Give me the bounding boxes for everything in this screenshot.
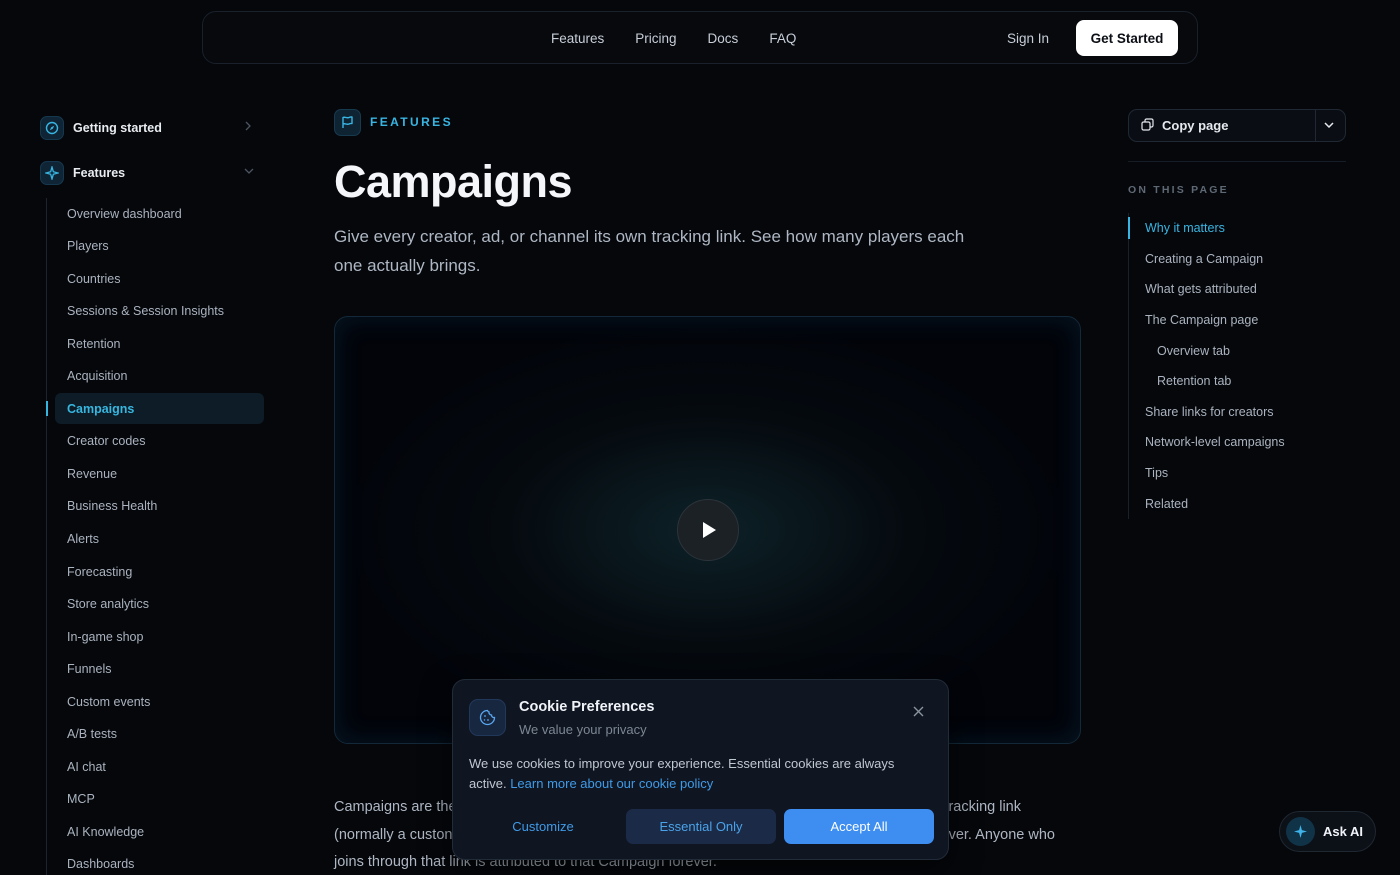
divider bbox=[1128, 161, 1346, 162]
get-started-button[interactable]: Get Started bbox=[1076, 20, 1178, 56]
sidebar-item-ab-tests[interactable]: A/B tests bbox=[47, 719, 264, 750]
sidebar-item-overview-dashboard[interactable]: Overview dashboard bbox=[47, 198, 264, 229]
sidebar-item-dashboards[interactable]: Dashboards bbox=[47, 849, 264, 875]
toc-item-retention-tab[interactable]: Retention tab bbox=[1129, 366, 1346, 397]
toc-heading: ON THIS PAGE bbox=[1128, 184, 1229, 196]
sidebar-section-label: Features bbox=[73, 166, 126, 180]
play-icon[interactable] bbox=[677, 499, 739, 561]
nav-link-faq[interactable]: FAQ bbox=[769, 31, 796, 46]
sidebar-item-mcp[interactable]: MCP bbox=[47, 784, 264, 815]
accept-all-button[interactable]: Accept All bbox=[784, 809, 934, 844]
toc-item-related[interactable]: Related bbox=[1129, 488, 1346, 519]
toc-item-why-it-matters[interactable]: Why it matters bbox=[1128, 213, 1346, 244]
sidebar-item-sessions[interactable]: Sessions & Session Insights bbox=[47, 296, 264, 327]
nav-link-features[interactable]: Features bbox=[551, 31, 604, 46]
cookie-icon bbox=[469, 699, 506, 736]
nav-links: Features Pricing Docs FAQ bbox=[551, 12, 796, 65]
sidebar-features-list: Overview dashboard Players Countries Ses… bbox=[46, 198, 264, 875]
sidebar-item-countries[interactable]: Countries bbox=[47, 263, 264, 294]
toc-item-campaign-page[interactable]: The Campaign page bbox=[1129, 305, 1346, 336]
sidebar-item-business-health[interactable]: Business Health bbox=[47, 491, 264, 522]
sidebar-item-ai-chat[interactable]: AI chat bbox=[47, 751, 264, 782]
nav-link-pricing[interactable]: Pricing bbox=[635, 31, 676, 46]
compass-icon bbox=[40, 116, 64, 140]
toc-item-tips[interactable]: Tips bbox=[1129, 458, 1346, 489]
toc-item-network-level[interactable]: Network-level campaigns bbox=[1129, 427, 1346, 458]
close-icon[interactable] bbox=[909, 702, 927, 720]
docs-sidebar: Getting started Features Overview dashbo… bbox=[40, 110, 270, 875]
sidebar-section-features[interactable]: Features bbox=[40, 155, 270, 191]
sidebar-item-retention[interactable]: Retention bbox=[47, 328, 264, 359]
cookie-title: Cookie Preferences bbox=[519, 699, 655, 715]
toc-item-creating-a-campaign[interactable]: Creating a Campaign bbox=[1129, 244, 1346, 275]
sidebar-item-forecasting[interactable]: Forecasting bbox=[47, 556, 264, 587]
sparkle-icon bbox=[1286, 817, 1315, 846]
main-content: FEATURES Campaigns Give every creator, a… bbox=[334, 108, 1082, 870]
section-eyebrow: FEATURES bbox=[334, 108, 1082, 136]
sidebar-item-custom-events[interactable]: Custom events bbox=[47, 686, 264, 717]
toc-item-share-links[interactable]: Share links for creators bbox=[1129, 397, 1346, 428]
page-subtitle: Give every creator, ad, or channel its o… bbox=[334, 227, 965, 275]
chevron-down-icon[interactable] bbox=[1322, 117, 1336, 138]
ask-ai-button[interactable]: Ask AI bbox=[1279, 811, 1376, 852]
sidebar-item-ai-knowledge[interactable]: AI Knowledge bbox=[47, 816, 264, 847]
nav-link-docs[interactable]: Docs bbox=[708, 31, 739, 46]
cookie-dialog: Cookie Preferences We value your privacy… bbox=[452, 679, 949, 860]
sidebar-item-campaigns[interactable]: Campaigns bbox=[46, 393, 264, 425]
cookie-subtitle: We value your privacy bbox=[519, 722, 647, 737]
button-divider bbox=[1315, 110, 1316, 141]
essential-only-button[interactable]: Essential Only bbox=[626, 809, 776, 844]
flag-icon bbox=[334, 108, 361, 136]
ask-ai-label: Ask AI bbox=[1323, 824, 1363, 839]
sidebar-item-creator-codes[interactable]: Creator codes bbox=[47, 426, 264, 457]
top-nav: Features Pricing Docs FAQ Sign In Get St… bbox=[202, 11, 1198, 64]
sidebar-item-revenue[interactable]: Revenue bbox=[47, 458, 264, 489]
sidebar-item-funnels[interactable]: Funnels bbox=[47, 654, 264, 685]
chevron-right-icon bbox=[244, 121, 252, 134]
copy-page-button[interactable]: Copy page bbox=[1128, 109, 1346, 142]
body-text-fragment: Campaigns are the bbox=[334, 799, 457, 815]
copy-page-label: Copy page bbox=[1162, 118, 1229, 133]
sidebar-item-players[interactable]: Players bbox=[47, 231, 264, 262]
sidebar-item-alerts[interactable]: Alerts bbox=[47, 523, 264, 554]
sidebar-item-store-analytics[interactable]: Store analytics bbox=[47, 589, 264, 620]
copy-icon bbox=[1141, 117, 1154, 134]
toc-item-overview-tab[interactable]: Overview tab bbox=[1129, 335, 1346, 366]
sign-in-link[interactable]: Sign In bbox=[1007, 31, 1049, 46]
table-of-contents: Why it matters Creating a Campaign What … bbox=[1128, 213, 1346, 519]
customize-button[interactable]: Customize bbox=[469, 809, 617, 844]
toc-item-what-gets-attributed[interactable]: What gets attributed bbox=[1129, 274, 1346, 305]
sidebar-item-acquisition[interactable]: Acquisition bbox=[47, 361, 264, 392]
sidebar-section-getting-started[interactable]: Getting started bbox=[40, 110, 270, 146]
body-text-fragment: (normally a custon bbox=[334, 826, 453, 843]
eyebrow-label: FEATURES bbox=[370, 115, 453, 129]
sparkle-icon bbox=[40, 161, 64, 185]
chevron-down-icon bbox=[244, 166, 254, 178]
page-title: Campaigns bbox=[334, 156, 573, 207]
body-text-fragment: ver. Anyone who bbox=[948, 826, 1055, 843]
copy-page-action[interactable]: Copy page bbox=[1141, 110, 1228, 141]
cookie-message: We use cookies to improve your experienc… bbox=[469, 754, 929, 794]
cookie-policy-link[interactable]: Learn more about our cookie policy bbox=[510, 776, 713, 791]
body-text-fragment: racking link bbox=[948, 799, 1021, 815]
sidebar-section-label: Getting started bbox=[73, 121, 162, 135]
sidebar-item-in-game-shop[interactable]: In-game shop bbox=[47, 621, 264, 652]
